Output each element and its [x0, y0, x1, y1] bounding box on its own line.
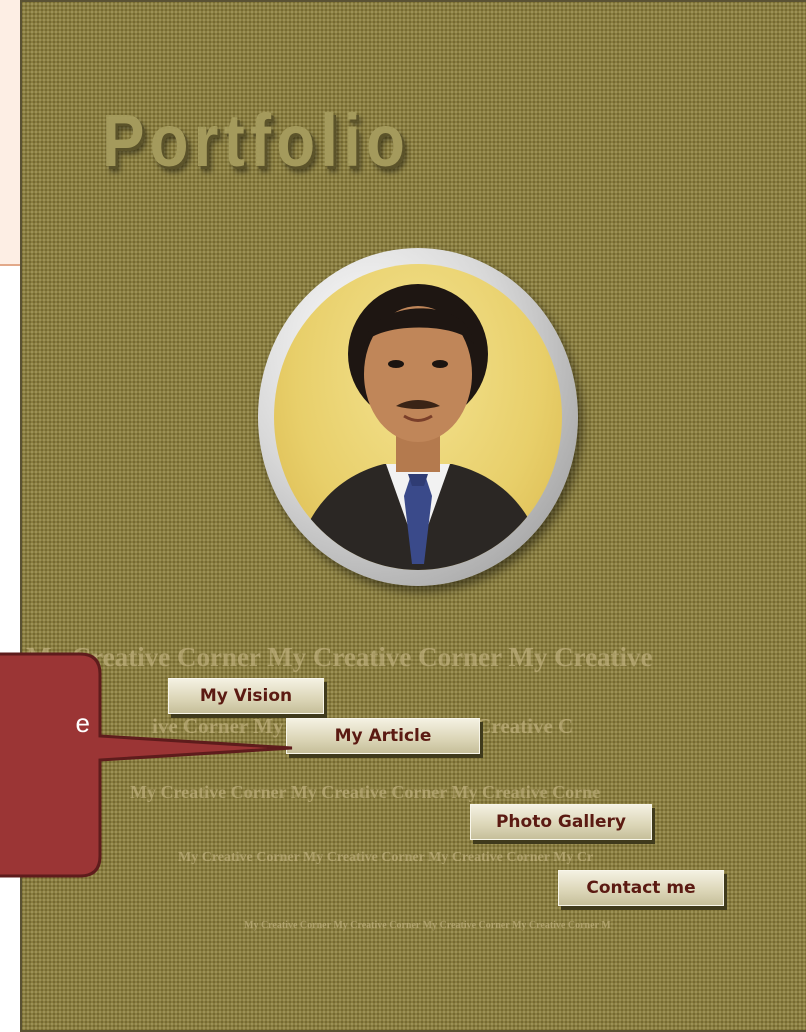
profile-photo	[274, 264, 562, 570]
profile-photo-frame	[258, 248, 578, 586]
my-vision-button[interactable]: My Vision	[168, 678, 324, 714]
watermark-line: My Creative Corner My Creative Corner My…	[178, 850, 594, 865]
photo-gallery-button[interactable]: Photo Gallery	[470, 804, 652, 840]
callout-text: e	[75, 708, 90, 738]
watermark-line: My Creative Corner My Creative Corner My…	[244, 920, 611, 931]
page-title: Portfolio	[102, 99, 411, 182]
person-portrait-icon	[294, 284, 546, 570]
watermark-line: My Creative Corner My Creative Corner My…	[26, 642, 653, 672]
my-article-button[interactable]: My Article	[286, 718, 480, 754]
portfolio-screenshot: Portfolio My Creative Corner My Creative…	[20, 0, 806, 1032]
watermark-line: My Creative Corner My Creative Corner My…	[130, 782, 601, 802]
contact-me-button[interactable]: Contact me	[558, 870, 724, 906]
